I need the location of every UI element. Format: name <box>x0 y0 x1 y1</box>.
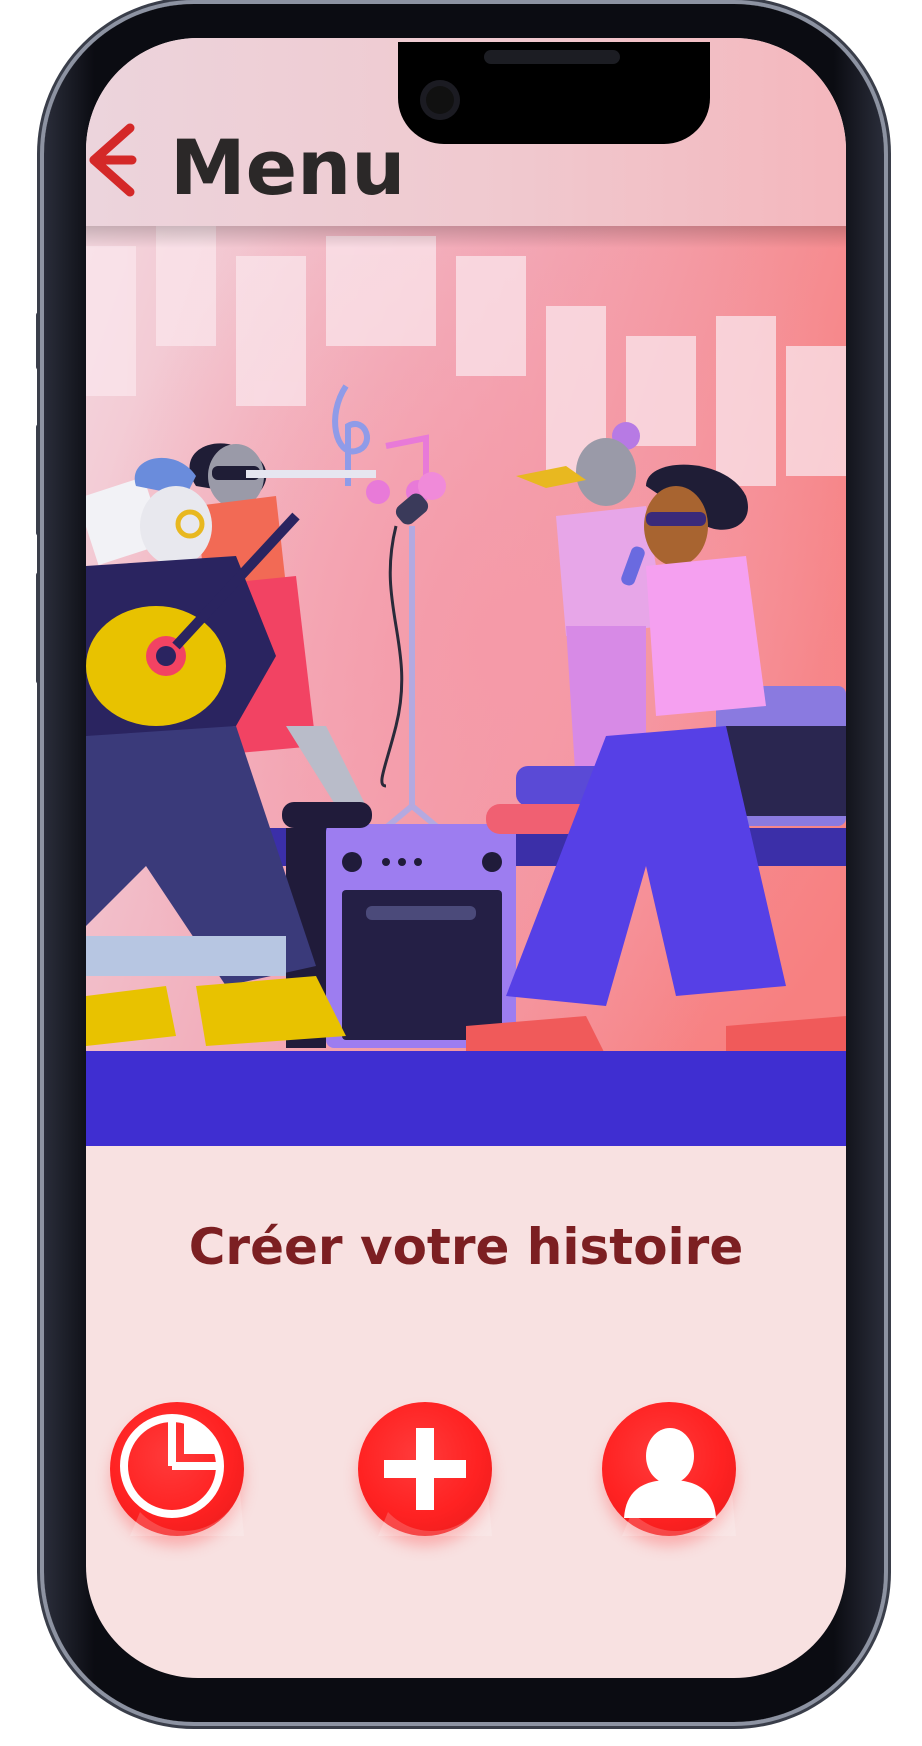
header-shadow <box>86 226 846 248</box>
speaker <box>484 50 620 64</box>
plus-icon <box>378 1428 492 1536</box>
back-button[interactable] <box>86 122 146 202</box>
hero-illustration <box>86 226 846 1146</box>
app-screen: Menu Créer votre histoire <box>86 38 846 1678</box>
nav-add-button[interactable] <box>358 1402 492 1536</box>
page-title: Menu <box>170 123 406 212</box>
front-camera <box>420 80 460 120</box>
user-icon <box>622 1428 736 1536</box>
nav-stats-button[interactable] <box>110 1402 244 1536</box>
volume-up-button <box>36 424 44 536</box>
nav-profile-button[interactable] <box>602 1402 736 1536</box>
volume-down-button <box>36 572 44 684</box>
pie-chart-icon <box>120 1414 244 1536</box>
arrow-left-icon <box>89 123 137 197</box>
mute-switch <box>36 312 44 370</box>
create-story-button[interactable]: Créer votre histoire <box>86 1218 846 1276</box>
concert-band-illustration <box>86 226 846 1146</box>
